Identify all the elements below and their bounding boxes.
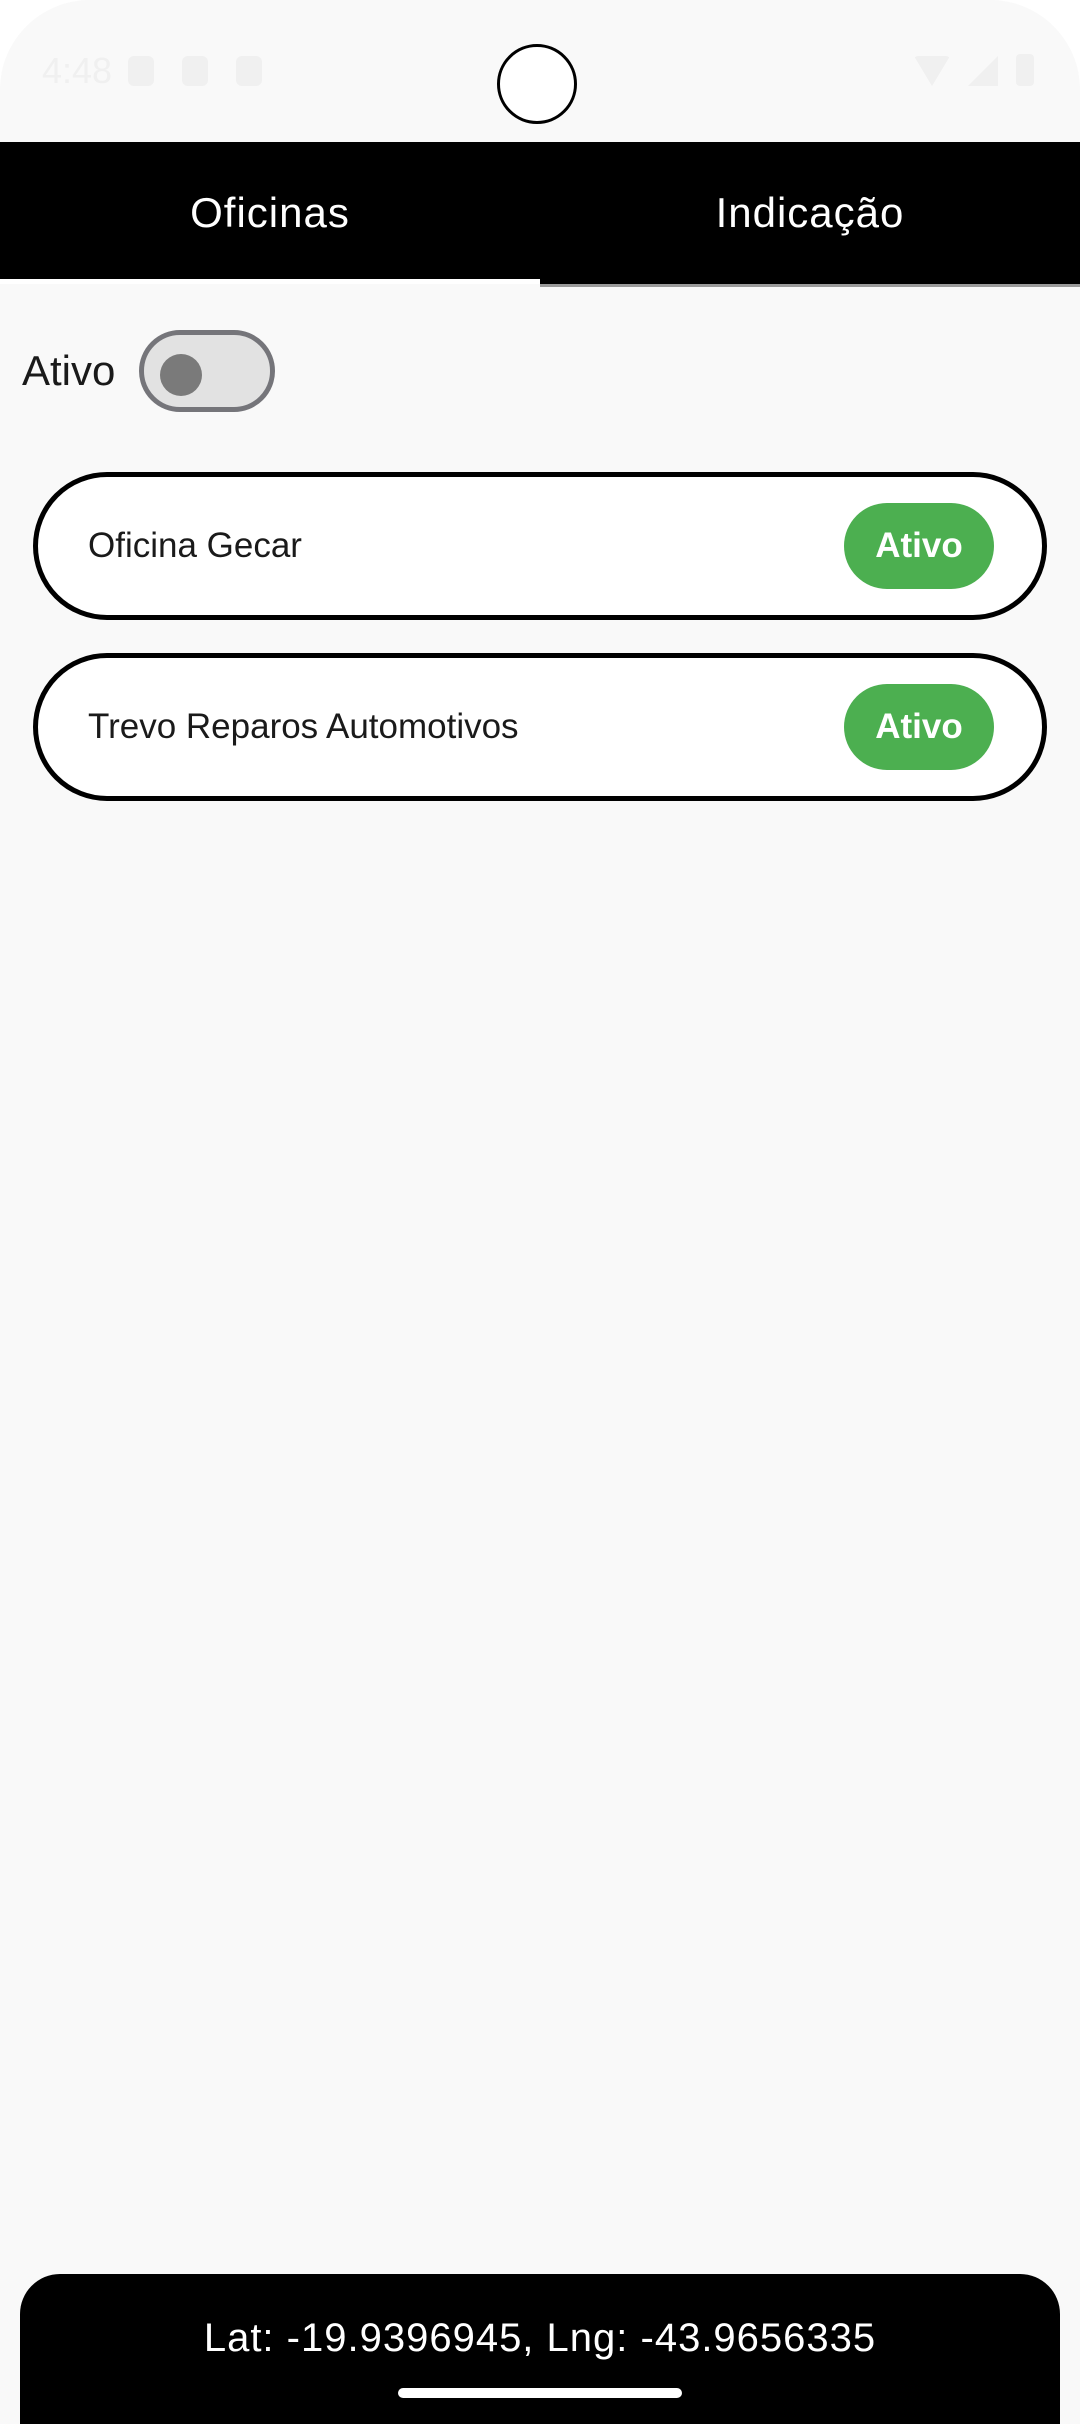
- tab-divider: [540, 284, 1080, 287]
- tab-oficinas[interactable]: Oficinas: [0, 142, 540, 284]
- notification-icons: [128, 56, 262, 86]
- workshop-name: Trevo Reparos Automotivos: [88, 707, 519, 746]
- location-bar: Lat: -19.9396945, Lng: -43.9656335: [20, 2274, 1060, 2424]
- home-indicator[interactable]: [398, 2388, 682, 2398]
- signal-icon: [968, 56, 998, 86]
- system-icons: [914, 54, 1034, 86]
- active-filter-switch[interactable]: [139, 330, 276, 412]
- switch-knob: [160, 354, 203, 396]
- tab-oficinas-label: Oficinas: [190, 189, 350, 236]
- workshop-list-item[interactable]: Oficina Gecar Ativo: [33, 472, 1047, 620]
- tab-indicacao[interactable]: Indicação: [540, 142, 1080, 284]
- shield-icon: [128, 56, 154, 86]
- tab-indicacao-label: Indicação: [715, 189, 905, 236]
- active-filter: Ativo: [22, 330, 276, 412]
- selected-tab-indicator: [0, 279, 540, 284]
- location-coordinates: Lat: -19.9396945, Lng: -43.9656335: [203, 2316, 877, 2360]
- app-screen: 4:48 Oficinas Indicação Ativo Oficina Ge…: [0, 0, 1080, 2424]
- workshop-name: Oficina Gecar: [88, 526, 302, 565]
- active-filter-label: Ativo: [22, 347, 116, 394]
- tab-bar: Oficinas Indicação: [0, 142, 1080, 284]
- camera-cutout: [497, 44, 577, 124]
- status-time: 4:48: [42, 50, 113, 91]
- status-badge: Ativo: [844, 503, 994, 589]
- sd-card-icon: [182, 56, 208, 86]
- workshop-list-item[interactable]: Trevo Reparos Automotivos Ativo: [33, 653, 1047, 801]
- font-icon: [236, 56, 262, 86]
- battery-icon: [1016, 54, 1034, 86]
- status-badge: Ativo: [844, 684, 994, 770]
- wifi-icon: [914, 56, 950, 86]
